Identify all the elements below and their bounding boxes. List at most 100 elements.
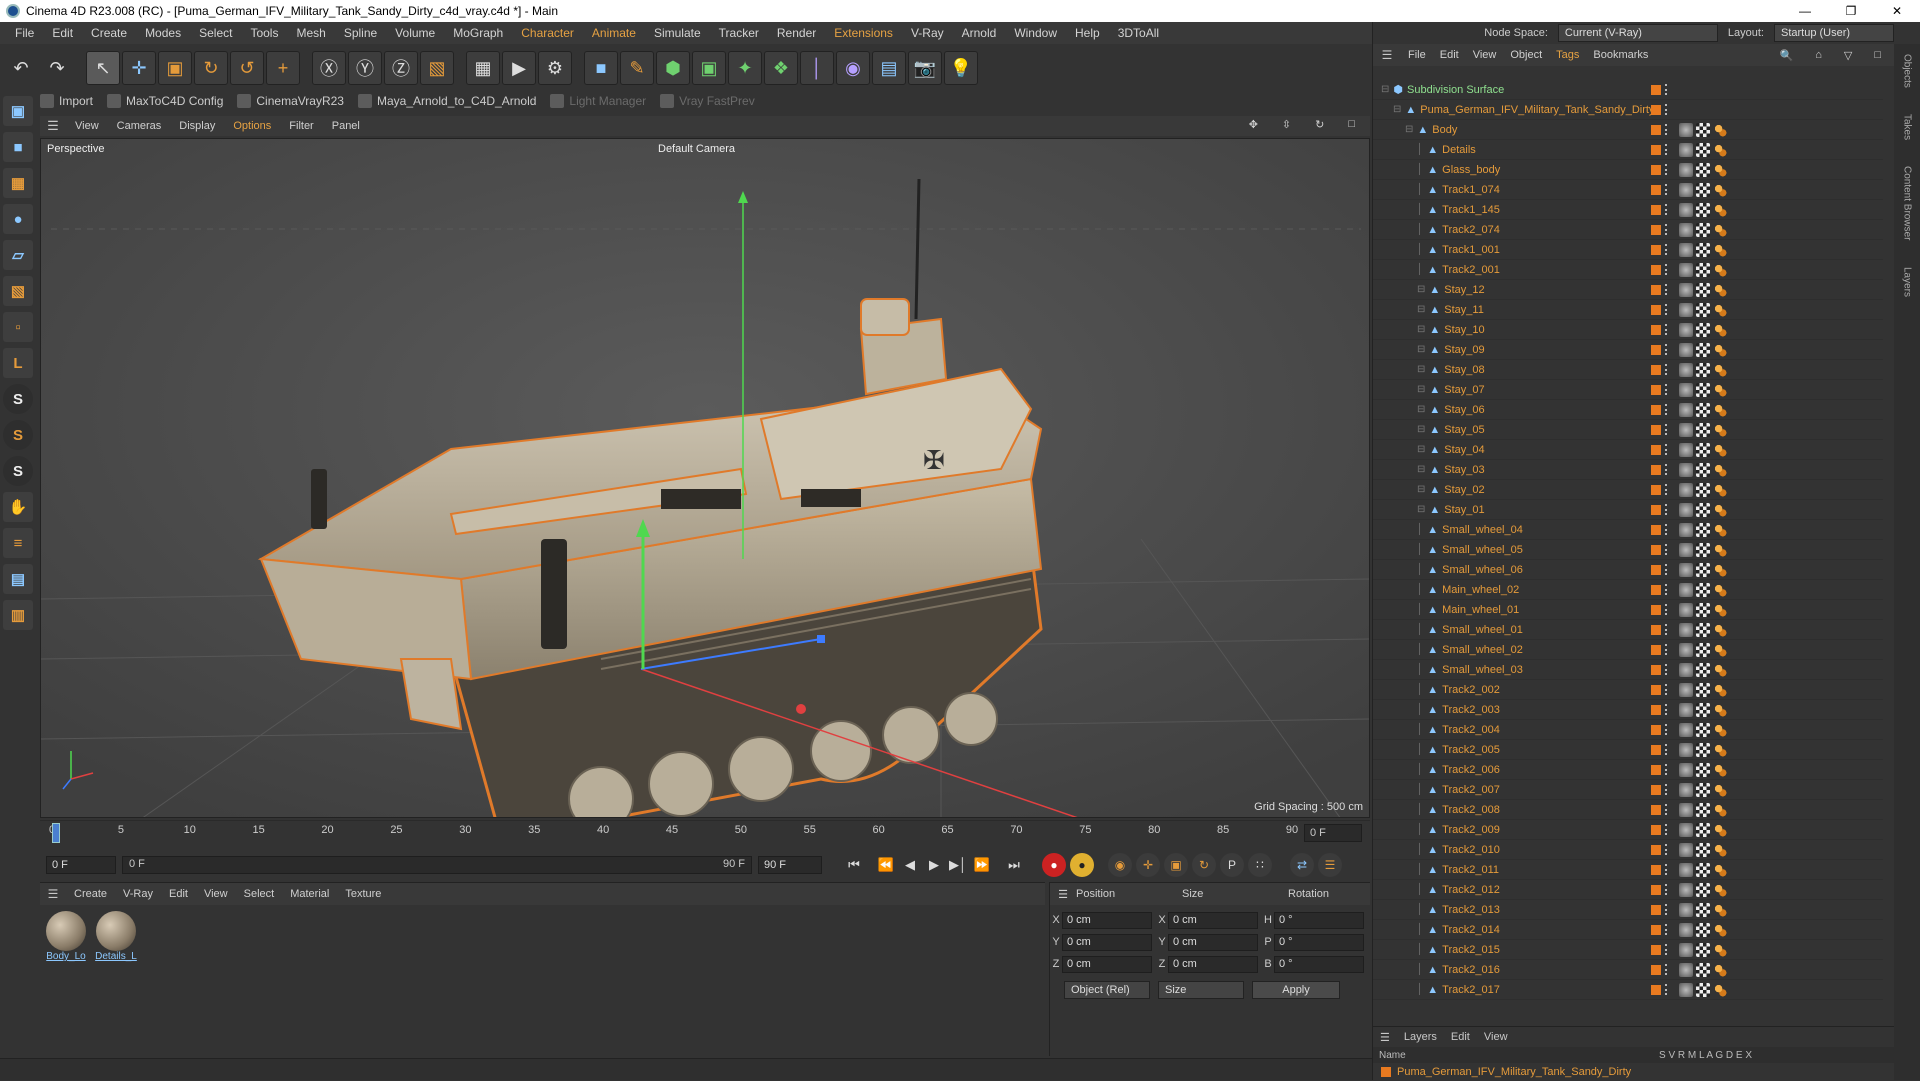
tree-branch-icon[interactable]: │ bbox=[1417, 964, 1423, 975]
visibility-dots-icon[interactable] bbox=[1665, 624, 1670, 635]
material-tag-icon[interactable] bbox=[1679, 282, 1693, 297]
vertex-map-tag-icon[interactable] bbox=[1713, 122, 1727, 137]
object-row[interactable]: ⊟ ▲ Stay_03 bbox=[1373, 460, 1883, 480]
subdivision-generator-icon[interactable]: ⬢ bbox=[656, 51, 690, 85]
checker-tag-icon[interactable] bbox=[1696, 422, 1710, 437]
timeline-current-frame[interactable]: 0 F bbox=[1304, 824, 1362, 842]
minimize-icon[interactable]: — bbox=[1782, 0, 1828, 22]
recent-tools-icon[interactable]: ↺ bbox=[230, 51, 264, 85]
checker-tag-icon[interactable] bbox=[1696, 242, 1710, 257]
checker-tag-icon[interactable] bbox=[1696, 142, 1710, 157]
field-icon[interactable]: ◉ bbox=[836, 51, 870, 85]
material-tag-icon[interactable] bbox=[1679, 862, 1693, 877]
timeline-window-icon[interactable]: ☰ bbox=[1318, 853, 1342, 877]
material-tag-icon[interactable] bbox=[1679, 822, 1693, 837]
vertex-map-tag-icon[interactable] bbox=[1713, 942, 1727, 957]
object-row[interactable]: │ ▲ Track2_004 bbox=[1373, 720, 1883, 740]
checker-tag-icon[interactable] bbox=[1696, 222, 1710, 237]
vertex-map-tag-icon[interactable] bbox=[1713, 782, 1727, 797]
menu-modes[interactable]: Modes bbox=[136, 26, 190, 40]
object-row[interactable]: │ ▲ Track2_010 bbox=[1373, 840, 1883, 860]
material-tag-icon[interactable] bbox=[1679, 802, 1693, 817]
visibility-dots-icon[interactable] bbox=[1665, 244, 1670, 255]
material-tag-icon[interactable] bbox=[1679, 882, 1693, 897]
cloner-icon[interactable]: ✦ bbox=[728, 51, 762, 85]
visibility-dots-icon[interactable] bbox=[1665, 284, 1670, 295]
checker-tag-icon[interactable] bbox=[1696, 402, 1710, 417]
object-row[interactable]: │ ▲ Track2_014 bbox=[1373, 920, 1883, 940]
object-row[interactable]: ⊟ ▲ Body bbox=[1373, 120, 1883, 140]
material-tag-icon[interactable] bbox=[1679, 442, 1693, 457]
object-row[interactable]: │ ▲ Small_wheel_03 bbox=[1373, 660, 1883, 680]
vertex-map-tag-icon[interactable] bbox=[1713, 502, 1727, 517]
tree-branch-icon[interactable]: │ bbox=[1417, 664, 1423, 675]
size-field[interactable]: 0 cm bbox=[1168, 955, 1258, 973]
layer-swatch[interactable] bbox=[1651, 204, 1661, 215]
layout-select[interactable]: Startup (User) bbox=[1774, 24, 1894, 42]
prev-frame-icon[interactable]: ◀ bbox=[898, 854, 922, 876]
object-row[interactable]: │ ▲ Glass_body bbox=[1373, 160, 1883, 180]
rot-field[interactable]: 0 ° bbox=[1274, 911, 1364, 929]
layer-swatch[interactable] bbox=[1651, 124, 1661, 135]
material-tag-icon[interactable] bbox=[1679, 842, 1693, 857]
checker-tag-icon[interactable] bbox=[1696, 802, 1710, 817]
prev-key-icon[interactable]: ⏪ bbox=[874, 854, 898, 876]
menu-file[interactable]: File bbox=[6, 26, 43, 40]
layer-swatch[interactable] bbox=[1651, 764, 1661, 775]
layer-swatch[interactable] bbox=[1651, 384, 1661, 395]
layer-swatch[interactable] bbox=[1651, 144, 1661, 155]
make-editable-icon[interactable]: ▣ bbox=[3, 96, 33, 126]
checker-tag-icon[interactable] bbox=[1696, 922, 1710, 937]
deformer-bend-icon[interactable]: │ bbox=[800, 51, 834, 85]
layer-swatch[interactable] bbox=[1651, 404, 1661, 415]
object-row[interactable]: │ ▲ Track2_012 bbox=[1373, 880, 1883, 900]
layer-swatch[interactable] bbox=[1651, 704, 1661, 715]
vertex-map-tag-icon[interactable] bbox=[1713, 422, 1727, 437]
vertex-map-tag-icon[interactable] bbox=[1713, 722, 1727, 737]
tree-branch-icon[interactable]: │ bbox=[1417, 804, 1423, 815]
visibility-dots-icon[interactable] bbox=[1665, 584, 1670, 595]
layer-swatch[interactable] bbox=[1651, 664, 1661, 675]
menu-create[interactable]: Create bbox=[82, 26, 136, 40]
layer-swatch[interactable] bbox=[1651, 104, 1661, 115]
expand-icon[interactable]: ⊟ bbox=[1417, 424, 1425, 435]
size-mode-select[interactable]: Size bbox=[1158, 981, 1244, 999]
visibility-dots-icon[interactable] bbox=[1665, 444, 1670, 455]
key-pla-icon[interactable]: ∷ bbox=[1248, 853, 1272, 877]
plugin-light-manager[interactable]: Light Manager bbox=[550, 94, 646, 108]
tree-branch-icon[interactable]: │ bbox=[1417, 764, 1423, 775]
scale-tool-icon[interactable]: ▣ bbox=[158, 51, 192, 85]
menu-edit[interactable]: Edit bbox=[43, 26, 82, 40]
expand-icon[interactable]: ⊟ bbox=[1417, 464, 1425, 475]
objects-menu-tags[interactable]: Tags bbox=[1549, 49, 1586, 61]
material-tag-icon[interactable] bbox=[1679, 162, 1693, 177]
object-row[interactable]: ⊟ ▲ Stay_11 bbox=[1373, 300, 1883, 320]
object-row[interactable]: │ ▲ Track2_007 bbox=[1373, 780, 1883, 800]
object-row[interactable]: ⊟ ▲ Stay_04 bbox=[1373, 440, 1883, 460]
start-frame-field[interactable]: 0 F bbox=[46, 856, 116, 874]
end-frame-field[interactable]: 90 F bbox=[758, 856, 822, 874]
visibility-dots-icon[interactable] bbox=[1665, 144, 1670, 155]
node-space-select[interactable]: Current (V-Ray) bbox=[1557, 24, 1718, 42]
layers-menu-layers[interactable]: Layers bbox=[1397, 1031, 1444, 1043]
object-row[interactable]: │ ▲ Track2_005 bbox=[1373, 740, 1883, 760]
visibility-dots-icon[interactable] bbox=[1665, 204, 1670, 215]
vertex-map-tag-icon[interactable] bbox=[1713, 882, 1727, 897]
pos-field[interactable]: 0 cm bbox=[1062, 933, 1152, 951]
object-row[interactable]: │ ▲ Track1_001 bbox=[1373, 240, 1883, 260]
visibility-dots-icon[interactable] bbox=[1665, 844, 1670, 855]
layer-swatch[interactable] bbox=[1651, 544, 1661, 555]
menu-3dtoall[interactable]: 3DToAll bbox=[1109, 26, 1168, 40]
checker-tag-icon[interactable] bbox=[1696, 182, 1710, 197]
checker-tag-icon[interactable] bbox=[1696, 482, 1710, 497]
layer-color-swatch[interactable] bbox=[1381, 1067, 1391, 1077]
object-row[interactable]: ⊟ ▲ Stay_09 bbox=[1373, 340, 1883, 360]
checker-tag-icon[interactable] bbox=[1696, 982, 1710, 997]
plugin-maya-arnold-to-c4d-arnold[interactable]: Maya_Arnold_to_C4D_Arnold bbox=[357, 94, 536, 108]
visibility-dots-icon[interactable] bbox=[1665, 684, 1670, 695]
checker-tag-icon[interactable] bbox=[1696, 782, 1710, 797]
visibility-dots-icon[interactable] bbox=[1665, 764, 1670, 775]
layer-swatch[interactable] bbox=[1651, 244, 1661, 255]
object-row[interactable]: ⊟ ▲ Stay_12 bbox=[1373, 280, 1883, 300]
material-tag-icon[interactable] bbox=[1679, 722, 1693, 737]
